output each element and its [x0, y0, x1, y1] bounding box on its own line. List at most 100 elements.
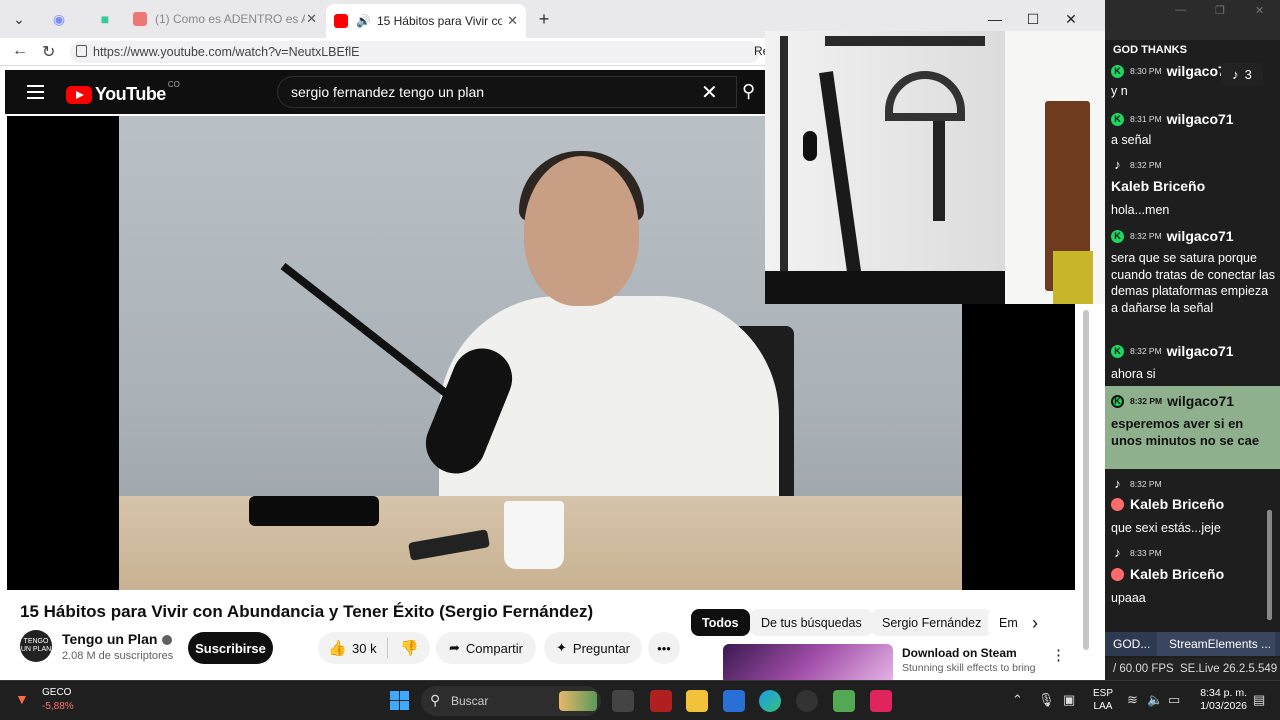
workspace-icon[interactable]: ◉	[44, 6, 74, 32]
chip-partial[interactable]: Em	[988, 609, 1026, 636]
dock-tab-god[interactable]: GOD...	[1113, 637, 1150, 651]
channel-name-link[interactable]: Tengo un Plan	[62, 631, 173, 647]
youtube-play-icon	[66, 85, 92, 104]
msg-time: 8:31 PM	[1130, 114, 1162, 124]
tab-list-button[interactable]: ⌄	[4, 6, 34, 32]
tab-1-close-icon[interactable]: ✕	[306, 11, 317, 27]
volume-icon[interactable]: 🔈	[1147, 692, 1163, 708]
chat-panel: — ❐ ✕ GOD THANKS K 8:30 PM wilgaco71 y n K…	[1105, 0, 1280, 680]
keyboard-layout: LAA	[1093, 701, 1113, 712]
extension-icon[interactable]: ■	[90, 6, 120, 32]
recommendation-thumbnail[interactable]	[723, 644, 893, 680]
like-dislike-bar: 👍 30 k 👎	[318, 632, 430, 664]
chevron-right-icon[interactable]: ›	[1032, 613, 1038, 634]
country-code: CO	[167, 80, 180, 89]
share-button[interactable]: ➦ Compartir	[436, 632, 536, 664]
url-field[interactable]: https://www.youtube.com/watch?v=NeutxLBE…	[70, 41, 760, 63]
recommendation-title[interactable]: Download on Steam	[902, 646, 1017, 660]
kick-icon: K	[1111, 64, 1124, 78]
language-indicator[interactable]: ESP LAA	[1093, 687, 1113, 713]
back-icon[interactable]: ←	[12, 42, 28, 60]
notification-icon[interactable]: ▤	[1253, 692, 1265, 708]
version-readout: SE.Live 26.2.5.549	[1180, 663, 1278, 675]
chat-scrollbar[interactable]	[1267, 510, 1272, 620]
recommendation-description: Stunning skill effects to bring	[902, 662, 1036, 674]
task-view-icon[interactable]	[612, 690, 634, 712]
video-mug	[504, 501, 564, 569]
page-scrollbar[interactable]	[1083, 310, 1089, 650]
search-icon[interactable]: ⚲	[737, 76, 767, 108]
chip-all[interactable]: Todos	[691, 609, 750, 636]
battery-icon[interactable]: ▭	[1168, 692, 1180, 708]
chat-message: ♪ 8:32 PM Kaleb Briceño hola...men	[1105, 157, 1280, 223]
like-icon[interactable]: 👍	[328, 639, 347, 657]
msg-text: esperemos aver si en unos minutos no se …	[1111, 416, 1260, 448]
more-actions-icon[interactable]: •••	[648, 632, 680, 664]
youtube-logo[interactable]: YouTube CO	[66, 80, 180, 105]
search-highlight-image	[559, 691, 597, 711]
webcam-overlay	[765, 31, 1112, 304]
webcam-floor	[765, 271, 1005, 304]
obs-icon[interactable]	[796, 690, 818, 712]
stock-widget[interactable]: ▼ GECO -5,88%	[15, 687, 74, 712]
youtube-favicon-icon	[133, 12, 147, 26]
stock-name: GECO	[42, 687, 72, 698]
speaker-icon[interactable]: 🔊	[356, 14, 371, 28]
chat-restore-icon[interactable]: ❐	[1215, 4, 1225, 17]
kebab-menu-icon[interactable]: ⋮	[1051, 646, 1066, 664]
chat-minimize-icon[interactable]: —	[1175, 4, 1186, 16]
msg-user: Kaleb Briceño	[1130, 496, 1225, 512]
share-icon: ➦	[449, 640, 460, 655]
msg-user: wilgaco71	[1167, 393, 1235, 409]
chevron-up-icon[interactable]: ⌃	[1012, 692, 1023, 708]
video-mic-base	[249, 496, 379, 526]
chip-sergio[interactable]: Sergio Fernández	[871, 609, 993, 636]
tab-2[interactable]: 🔊 15 Hábitos para Vivir con Abu ✕	[326, 4, 526, 38]
ask-button[interactable]: ✦ Preguntar	[544, 632, 642, 664]
msg-time: 8:32 PM	[1130, 478, 1162, 489]
clear-search-icon[interactable]: ✕	[701, 80, 718, 105]
file-explorer-icon[interactable]	[686, 690, 708, 712]
video-person-head	[524, 156, 639, 306]
new-tab-icon[interactable]: +	[529, 6, 559, 32]
chip-from-searches[interactable]: De tus búsquedas	[750, 609, 873, 636]
msg-time: 8:32 PM	[1130, 396, 1163, 406]
speaker-tray-icon[interactable]: ▣	[1063, 692, 1075, 708]
tab-2-close-icon[interactable]: ✕	[507, 13, 518, 29]
edge-browser-icon[interactable]	[759, 690, 781, 712]
like-count[interactable]: 30 k	[352, 641, 377, 656]
stock-value: -5,88%	[42, 701, 74, 712]
store-icon[interactable]	[723, 690, 745, 712]
dislike-icon[interactable]: 👎	[400, 639, 419, 657]
reload-icon[interactable]: ↻	[42, 42, 55, 62]
chat-close-icon[interactable]: ✕	[1255, 4, 1264, 17]
app-shield-icon[interactable]	[650, 690, 672, 712]
msg-text: ahora si	[1111, 367, 1156, 381]
stock-trend-icon: ▼	[15, 691, 29, 707]
msg-user: Kaleb Briceño	[1130, 566, 1225, 582]
msg-text: que sexi estás...jeje	[1111, 521, 1221, 535]
clock[interactable]: 8:34 p. m. 1/03/2026	[1199, 687, 1247, 713]
search-input[interactable]: sergio fernandez tengo un plan	[277, 76, 737, 108]
tiktok-live-icon[interactable]	[870, 690, 892, 712]
tiktok-icon: ♪	[1232, 66, 1239, 82]
kick-icon: K	[1111, 394, 1124, 408]
subscribe-button[interactable]: Suscribirse	[188, 632, 273, 664]
tab-1[interactable]: (1) Como es ADENTRO es AFUERA ✕	[125, 4, 325, 34]
microphone-icon[interactable]: 🎙	[1038, 692, 1055, 708]
app-green-icon[interactable]	[833, 690, 855, 712]
hamburger-menu-icon[interactable]	[27, 85, 44, 99]
windows-start-icon[interactable]	[390, 691, 409, 710]
wifi-icon[interactable]: ≋	[1127, 692, 1138, 708]
webcam-gym-frame	[780, 36, 788, 301]
msg-user: wilgaco71	[1166, 343, 1234, 359]
taskbar-search[interactable]: ⚲ Buscar	[421, 686, 601, 716]
channel-avatar[interactable]: TENGO UN PLAN	[20, 630, 52, 662]
msg-time: 8:33 PM	[1130, 547, 1162, 558]
badge-icon	[1111, 567, 1124, 581]
channel-name: Tengo un Plan	[62, 631, 158, 647]
url-text: https://www.youtube.com/watch?v=NeutxLBE…	[93, 45, 360, 59]
taskbar: ▼ GECO -5,88% ⚲ Buscar ⌃ 🎙 ▣ ≋ 🔈 ▭ ESP L…	[0, 680, 1280, 720]
dock-tab-streamelements[interactable]: StreamElements ...	[1157, 632, 1275, 656]
recommendation-item[interactable]: Download on Steam Stunning skill effects…	[693, 644, 1073, 680]
